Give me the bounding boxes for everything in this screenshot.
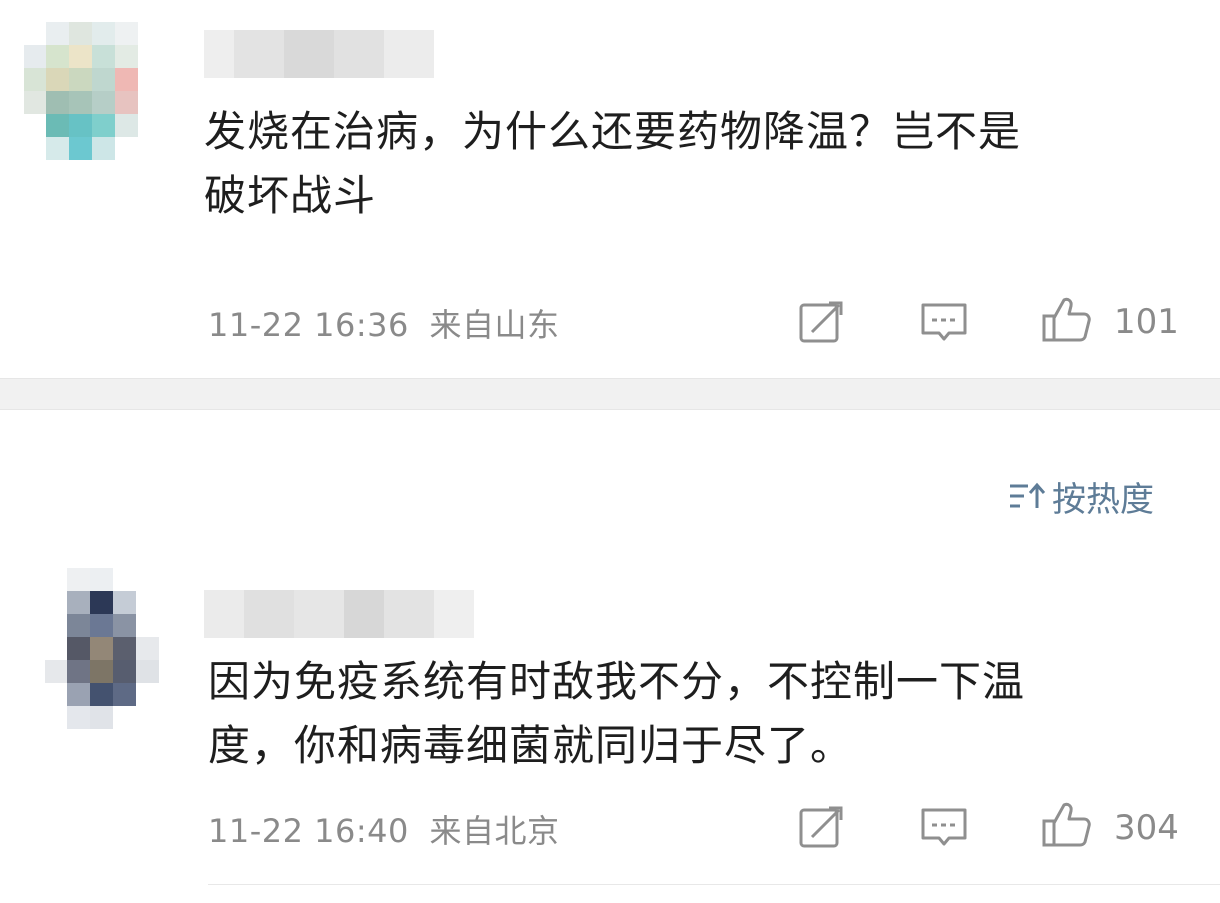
bottom-divider: [208, 884, 1220, 885]
share-icon: [799, 301, 843, 343]
thumbs-up-icon: [1042, 802, 1091, 847]
comment-line: 度，你和病毒细菌就同归于尽了。: [208, 721, 854, 770]
avatar[interactable]: [24, 22, 138, 162]
comment-meta: 11-22 16:36 来自山东: [208, 300, 560, 346]
comment-icon: [921, 303, 967, 341]
share-button[interactable]: [795, 295, 849, 349]
comment-text: 发烧在治病，为什么还要药物降温？岂不是 破坏战斗: [204, 100, 1021, 228]
comment-card-1: 发烧在治病，为什么还要药物降温？岂不是 破坏战斗 11-22 16:36 来自山…: [0, 0, 1220, 378]
comment-button[interactable]: [917, 295, 971, 349]
avatar[interactable]: [45, 568, 159, 729]
like-count: 304: [1114, 808, 1179, 848]
comment-meta: 11-22 16:40 来自北京: [208, 806, 560, 852]
sort-by-hot-button[interactable]: 按热度: [1008, 474, 1154, 520]
location: 来自山东: [429, 306, 560, 344]
comment-line: 因为免疫系统有时敌我不分，不控制一下温: [208, 657, 1026, 706]
sort-label: 按热度: [1052, 479, 1154, 520]
comment-line: 发烧在治病，为什么还要药物降温？岂不是: [204, 107, 1022, 156]
comment-button[interactable]: [917, 800, 971, 854]
timestamp: 11-22 16:36: [208, 306, 409, 344]
share-button[interactable]: [795, 800, 849, 854]
like-button[interactable]: [1040, 292, 1094, 346]
sort-icon: [1010, 482, 1046, 508]
section-divider: [0, 378, 1220, 410]
comment-icon: [921, 808, 967, 846]
location: 来自北京: [429, 812, 560, 850]
like-count: 101: [1114, 302, 1179, 342]
username-blurred[interactable]: [204, 590, 474, 638]
like-button[interactable]: [1040, 797, 1094, 851]
share-icon: [799, 806, 843, 848]
username-blurred[interactable]: [204, 30, 434, 78]
thumbs-up-icon: [1042, 297, 1091, 342]
timestamp: 11-22 16:40: [208, 812, 409, 850]
comment-text: 因为免疫系统有时敌我不分，不控制一下温 度，你和病毒细菌就同归于尽了。: [208, 650, 1025, 778]
comment-line: 破坏战斗: [204, 171, 377, 220]
